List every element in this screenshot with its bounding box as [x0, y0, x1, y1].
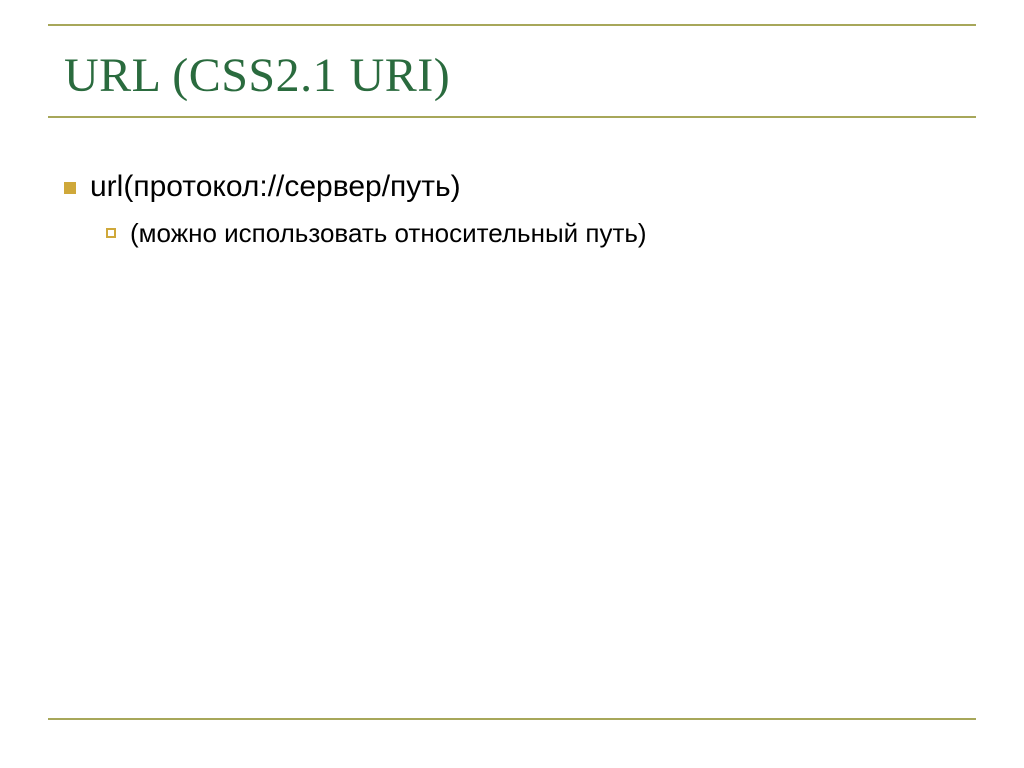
bullet-filled-square-icon — [64, 182, 76, 194]
bullet-hollow-square-icon — [106, 228, 116, 238]
slide-body: url(протокол://сервер/путь) (можно испол… — [64, 170, 960, 249]
divider-bottom — [48, 718, 976, 720]
divider-top — [48, 24, 976, 26]
slide: URL (CSS2.1 URI) url(протокол://сервер/п… — [0, 0, 1024, 768]
list-item: (можно использовать относительный путь) — [106, 218, 960, 249]
slide-title: URL (CSS2.1 URI) — [64, 48, 450, 103]
list-item-text: (можно использовать относительный путь) — [130, 218, 647, 249]
list-item-text: url(протокол://сервер/путь) — [90, 170, 461, 204]
divider-under-title — [48, 116, 976, 118]
list-item: url(протокол://сервер/путь) — [64, 170, 960, 204]
